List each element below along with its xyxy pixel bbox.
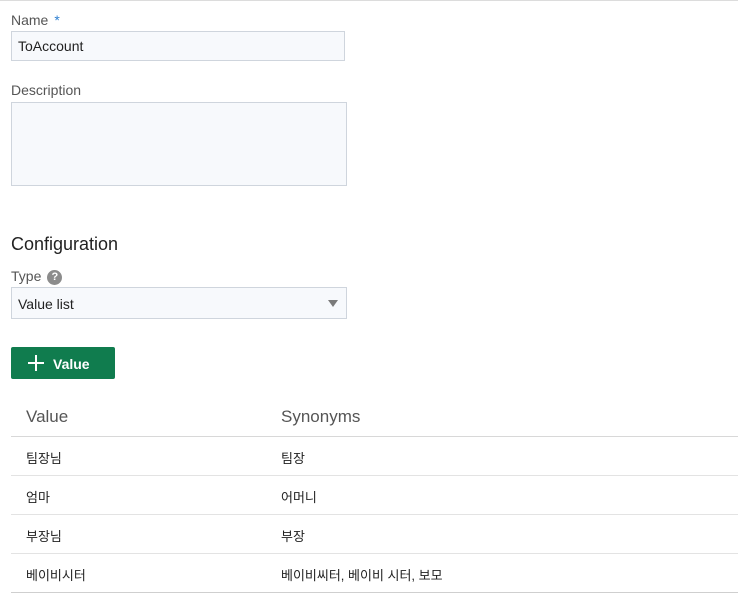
column-header-value: Value (26, 407, 69, 426)
row-synonyms: 베이비씨터, 베이비 시터, 보모 (281, 568, 443, 583)
description-input[interactable] (11, 102, 347, 186)
row-value: 엄마 (26, 490, 50, 505)
row-synonyms: 부장 (281, 529, 305, 544)
entity-editor-page: Name * Description Configuration Type? Va… (0, 0, 738, 598)
help-icon[interactable]: ? (47, 270, 63, 285)
column-header-synonyms: Synonyms (281, 407, 361, 426)
type-select[interactable]: Value list (11, 287, 347, 319)
add-value-button[interactable]: Value (11, 347, 115, 379)
row-value: 팀장님 (26, 451, 62, 466)
table-header: Value Synonyms (11, 396, 738, 437)
row-value: 베이비시터 (26, 568, 86, 583)
name-input[interactable] (11, 31, 345, 61)
table-row[interactable]: 베이비시터 베이비씨터, 베이비 시터, 보모 (11, 554, 738, 593)
add-value-button-label: Value (53, 356, 90, 372)
chevron-down-icon (328, 300, 338, 307)
row-synonyms: 팀장 (281, 451, 305, 466)
row-value: 부장님 (26, 529, 62, 544)
plus-icon (28, 355, 44, 371)
name-label: Name * (11, 12, 60, 28)
row-synonyms: 어머니 (281, 490, 317, 505)
type-select-value: Value list (18, 296, 74, 312)
top-divider (0, 0, 738, 1)
name-label-text: Name (11, 12, 49, 28)
table-row[interactable]: 엄마 어머니 (11, 476, 738, 515)
table-row[interactable]: 팀장님 팀장 (11, 437, 738, 476)
configuration-title: Configuration (11, 234, 119, 254)
type-label-text: Type (11, 268, 42, 284)
type-label: Type? (11, 268, 63, 285)
required-mark: * (54, 12, 60, 28)
description-label: Description (11, 82, 82, 98)
table-row[interactable]: 부장님 부장 (11, 515, 738, 554)
values-table: Value Synonyms 팀장님 팀장 엄마 어머니 부장님 부장 베이비시… (11, 396, 738, 593)
